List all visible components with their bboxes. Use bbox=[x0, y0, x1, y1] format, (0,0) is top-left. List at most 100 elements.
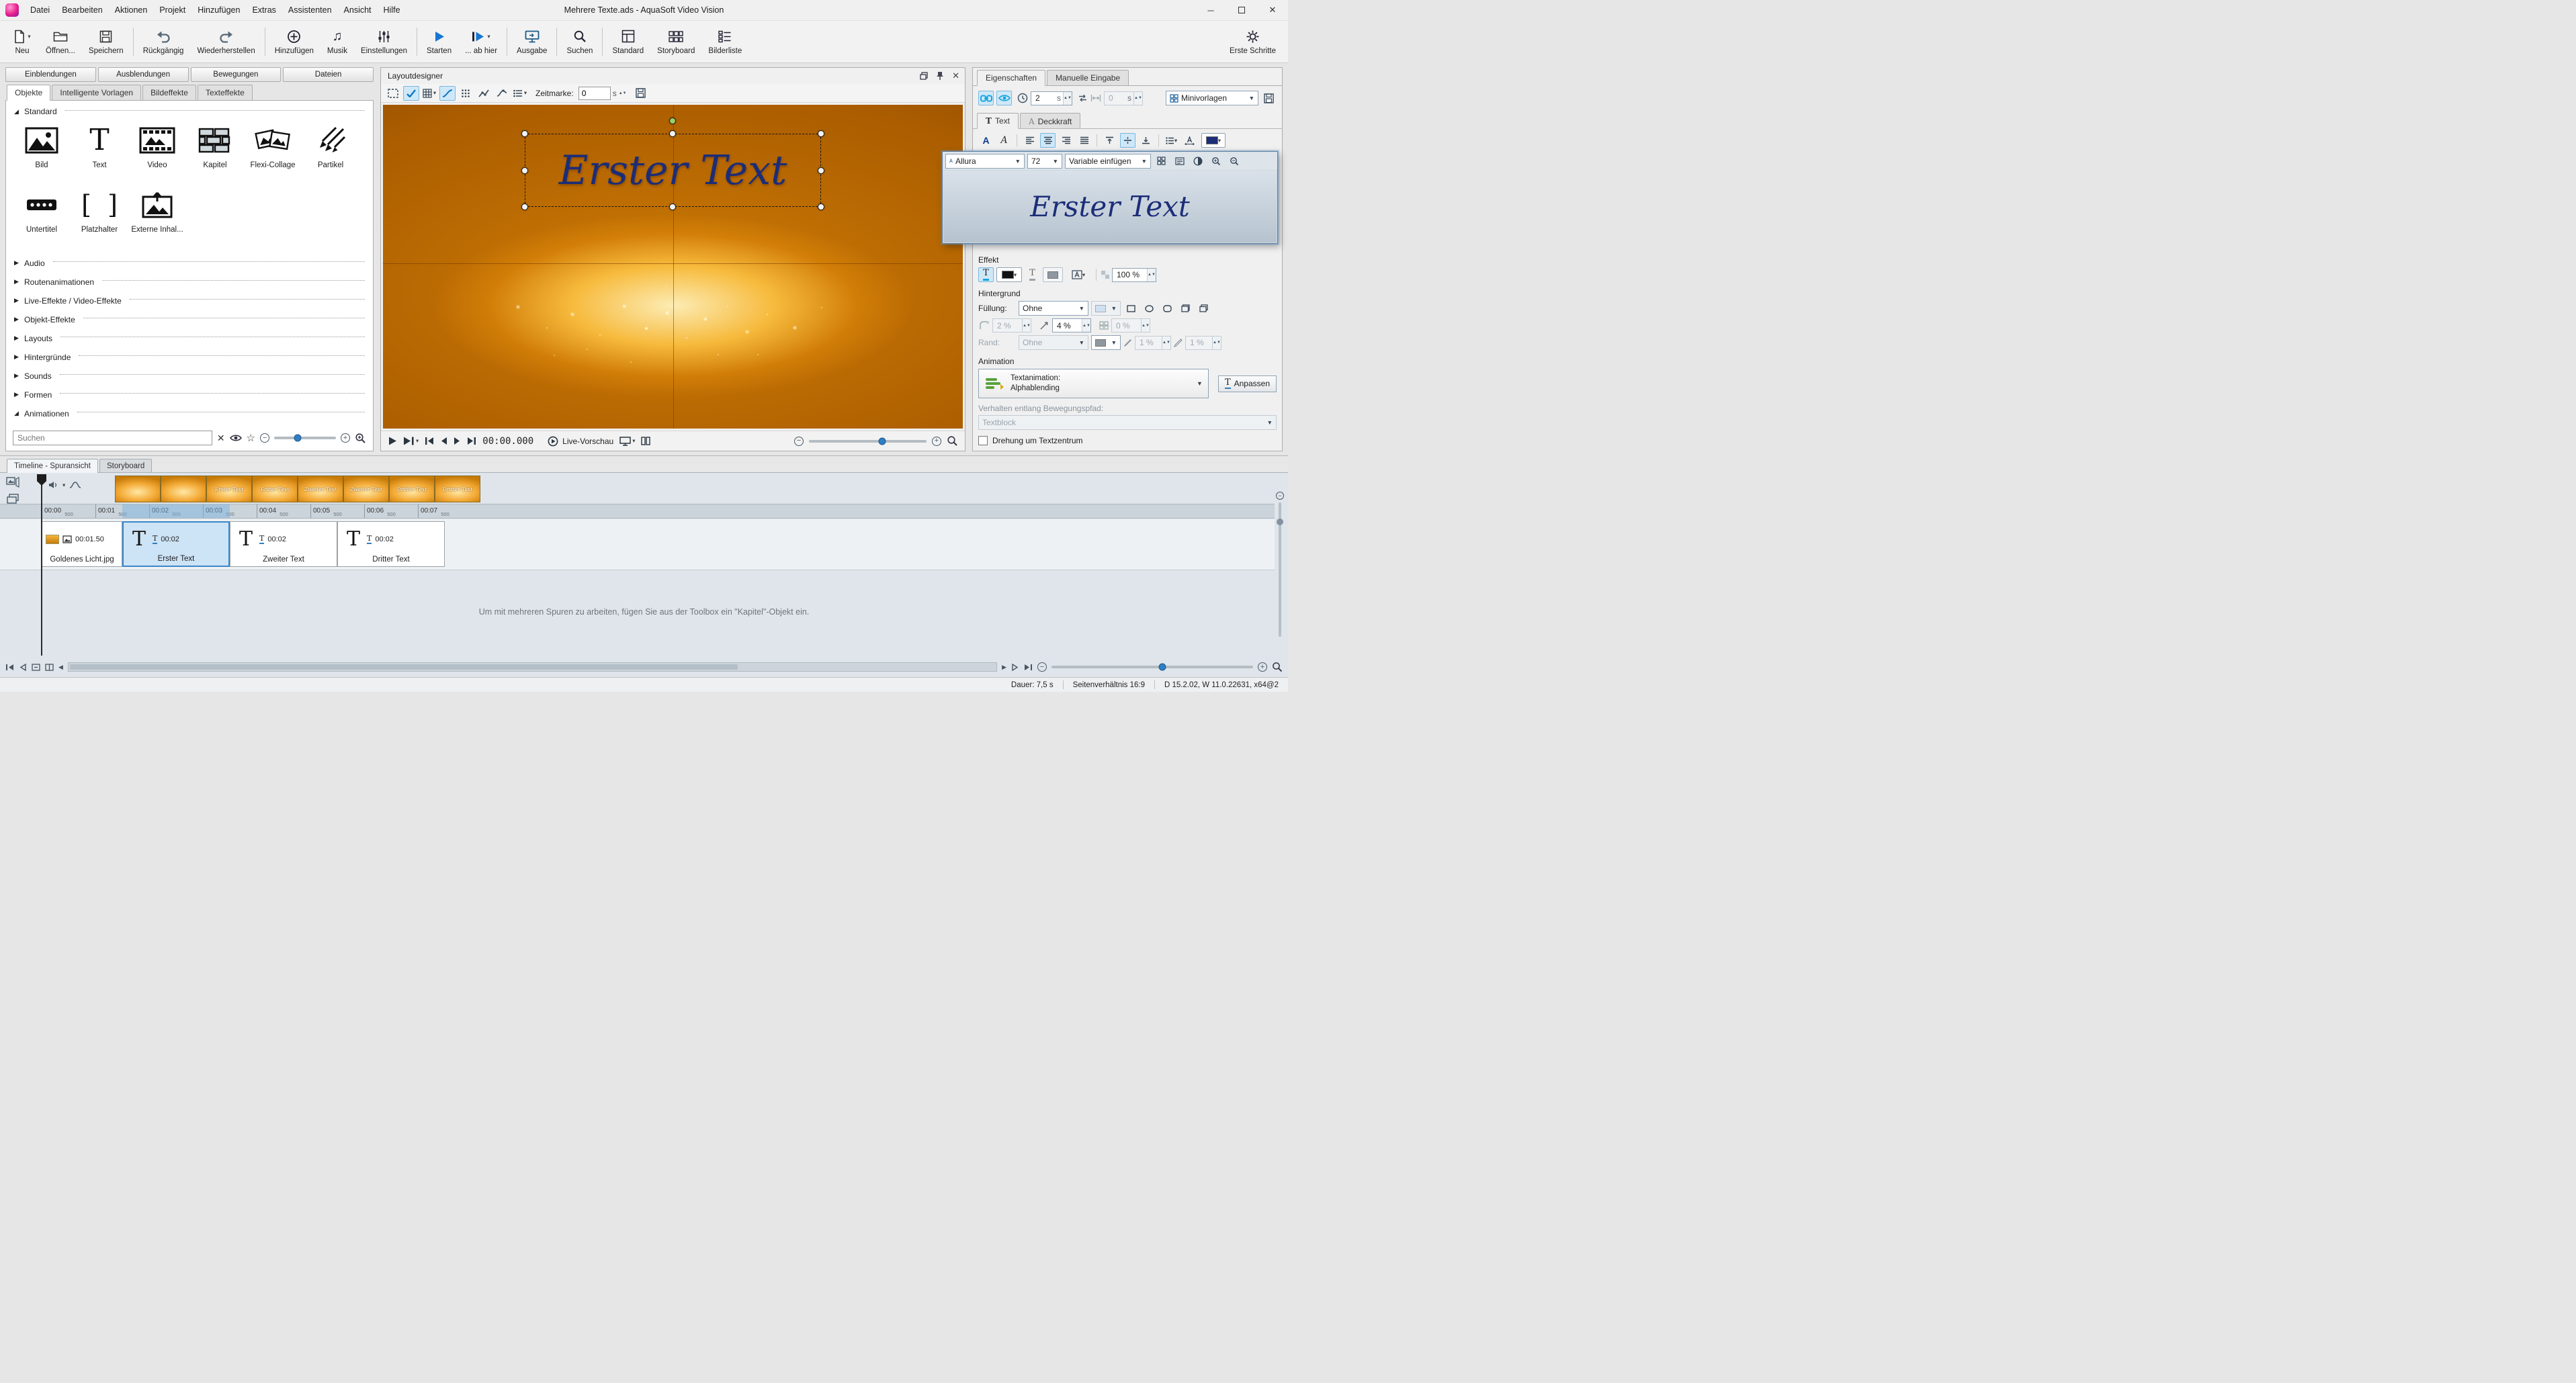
section-objekt-effekte[interactable]: ▶Objekt-Effekte bbox=[13, 312, 366, 326]
font-size-dropdown[interactable]: 72 ▼ bbox=[1027, 154, 1062, 169]
toolbox-item-untertitel[interactable]: Untertitel bbox=[13, 184, 71, 249]
section-sounds[interactable]: ▶Sounds bbox=[13, 369, 366, 383]
toolbox-item-partikel[interactable]: Partikel bbox=[302, 120, 359, 184]
font-family-dropdown[interactable]: ᴀ Allura ▼ bbox=[945, 154, 1025, 169]
preview-visibility-toggle[interactable] bbox=[996, 91, 1012, 105]
canvas-text-object[interactable]: Erster Text bbox=[559, 147, 787, 194]
tab-text[interactable]: T Text bbox=[977, 113, 1019, 129]
toolbar-undo-button[interactable]: Rückgängig bbox=[136, 23, 191, 60]
toolbar-add-button[interactable]: Hinzufügen bbox=[268, 23, 320, 60]
clip-dritter-text[interactable]: T T 00:02 Dritter Text bbox=[337, 521, 445, 567]
zoom-in-icon[interactable]: + bbox=[932, 437, 941, 446]
text-animation-dropdown[interactable]: Textanimation:Alphablending ▼ bbox=[978, 369, 1209, 398]
text-edit-area[interactable]: Erster Text bbox=[943, 171, 1277, 242]
tab-einblendungen[interactable]: Einblendungen bbox=[5, 67, 96, 82]
transform-tool-button[interactable] bbox=[385, 86, 401, 101]
section-routenanimationen[interactable]: ▶Routenanimationen bbox=[13, 275, 366, 289]
float-panel-icon[interactable] bbox=[920, 72, 928, 80]
speaker-icon[interactable] bbox=[48, 481, 58, 489]
zoom-out-icon[interactable]: − bbox=[794, 437, 804, 446]
border-soft-spinner[interactable]: 1 %▲▼ bbox=[1185, 336, 1221, 350]
section-animationen[interactable]: ◢Animationen bbox=[13, 406, 366, 420]
shape-rect-button[interactable] bbox=[1123, 301, 1139, 316]
canvas-zoom-slider[interactable] bbox=[809, 440, 927, 443]
skip-to-end-button[interactable] bbox=[467, 437, 476, 445]
menu-projekt[interactable]: Projekt bbox=[153, 0, 191, 20]
swap-arrows-icon[interactable] bbox=[1078, 94, 1088, 102]
rotation-handle[interactable] bbox=[669, 118, 676, 124]
bold-button[interactable]: A bbox=[978, 133, 994, 148]
contrast-icon[interactable] bbox=[1190, 154, 1205, 169]
paragraph-layout-button[interactable] bbox=[1172, 154, 1187, 169]
text-selection-box[interactable]: Erster Text bbox=[525, 134, 820, 206]
toolbox-item-video[interactable]: Video bbox=[128, 120, 186, 184]
smooth-curve-button[interactable] bbox=[494, 86, 510, 101]
slider-knob[interactable] bbox=[878, 437, 886, 445]
maximize-button[interactable] bbox=[1226, 0, 1257, 20]
frame-preview-button[interactable] bbox=[641, 437, 650, 445]
spinner-arrows-icon[interactable]: ▲▼ bbox=[1063, 92, 1072, 105]
toolbox-item-bild[interactable]: Bild bbox=[13, 120, 71, 184]
section-standard[interactable]: ◢ Standard bbox=[13, 103, 366, 120]
editable-text[interactable]: Erster Text bbox=[1030, 190, 1190, 223]
section-layouts[interactable]: ▶Layouts bbox=[13, 331, 366, 345]
toolbar-image-list-button[interactable]: Bilderliste bbox=[701, 23, 748, 60]
border-width-spinner[interactable]: 1 %▲▼ bbox=[1135, 336, 1171, 350]
resize-handle-ne[interactable] bbox=[818, 130, 824, 137]
toolbar-layout-standard-button[interactable]: Standard bbox=[605, 23, 650, 60]
spinner-arrows-icon[interactable]: ▲▼ bbox=[1212, 337, 1221, 349]
tab-ausblendungen[interactable]: Ausblendungen bbox=[98, 67, 189, 82]
save-timemark-button[interactable] bbox=[633, 86, 649, 101]
save-template-button[interactable] bbox=[1261, 91, 1277, 105]
align-right-button[interactable] bbox=[1058, 133, 1074, 148]
snap-toggle-button[interactable] bbox=[403, 86, 419, 101]
favorites-star-icon[interactable]: ☆ bbox=[247, 432, 255, 444]
resize-handle-nw[interactable] bbox=[521, 130, 528, 137]
prev-object-icon[interactable] bbox=[19, 664, 27, 671]
tab-dateien[interactable]: Dateien bbox=[283, 67, 374, 82]
object-list-button[interactable]: ▾ bbox=[512, 86, 528, 101]
border-color-dropdown[interactable]: ▼ bbox=[1091, 335, 1121, 350]
blur-spinner[interactable]: 0 %▲▼ bbox=[1111, 318, 1150, 332]
shape-copy-button[interactable] bbox=[1196, 301, 1211, 316]
resize-handle-n[interactable] bbox=[669, 130, 676, 137]
spinner-arrows-icon[interactable]: ▲▼ bbox=[1141, 319, 1150, 332]
clip-erster-text[interactable]: T T 00:02 Erster Text bbox=[122, 521, 230, 567]
toolbar-storyboard-button[interactable]: Storyboard bbox=[650, 23, 701, 60]
toolbox-item-text[interactable]: T Text bbox=[71, 120, 128, 184]
track-media-icon[interactable] bbox=[6, 477, 19, 488]
play-from-marker-button[interactable]: ▾ bbox=[403, 436, 419, 446]
toolbar-settings-button[interactable]: Einstellungen bbox=[354, 23, 414, 60]
step-back-button[interactable] bbox=[440, 437, 447, 445]
toolbar-redo-button[interactable]: Wiederherstellen bbox=[190, 23, 261, 60]
menu-hilfe[interactable]: Hilfe bbox=[378, 0, 406, 20]
text-style-dropdown[interactable]: ▾ bbox=[1066, 267, 1091, 282]
play-button[interactable] bbox=[388, 436, 397, 446]
layers-icon[interactable] bbox=[7, 494, 19, 504]
textblock-dropdown[interactable]: Textblock▼ bbox=[978, 415, 1277, 430]
minimize-button[interactable]: ─ bbox=[1195, 0, 1226, 20]
resize-handle-s[interactable] bbox=[669, 204, 676, 210]
link-duration-toggle[interactable] bbox=[978, 91, 994, 105]
tab-texteffekte[interactable]: Texteffekte bbox=[198, 85, 253, 100]
clip-goldenes-licht[interactable]: 00:01.50 Goldenes Licht.jpg bbox=[42, 521, 122, 567]
align-center-button[interactable] bbox=[1040, 133, 1056, 148]
curve-mode-button[interactable] bbox=[439, 86, 456, 101]
valign-middle-button[interactable] bbox=[1120, 133, 1135, 148]
toolbar-play-from-here-button[interactable]: ▾ ... ab hier bbox=[458, 23, 504, 60]
toolbox-item-kapitel[interactable]: Kapitel bbox=[186, 120, 244, 184]
keyframe-curve-button[interactable] bbox=[476, 86, 492, 101]
spinner-arrows-icon[interactable]: ▲▼ bbox=[1022, 319, 1031, 332]
next-object-icon[interactable] bbox=[1011, 664, 1019, 671]
border-type-dropdown[interactable]: Ohne▼ bbox=[1019, 335, 1088, 350]
opacity-spinner[interactable]: 100 % ▲▼ bbox=[1112, 268, 1156, 282]
scroll-left-arrow[interactable]: ◀ bbox=[58, 664, 63, 671]
duration-spinner[interactable]: 2 s ▲▼ bbox=[1031, 91, 1072, 105]
magnifier-icon[interactable] bbox=[1272, 662, 1283, 672]
valign-bottom-button[interactable] bbox=[1138, 133, 1154, 148]
clear-search-icon[interactable]: ✕ bbox=[217, 433, 225, 444]
tab-storyboard[interactable]: Storyboard bbox=[99, 459, 152, 472]
eye-icon[interactable] bbox=[230, 434, 242, 442]
spinner-arrows-icon[interactable]: ▲▼ bbox=[1147, 269, 1156, 281]
clip-zweiter-text[interactable]: T T 00:02 Zweiter Text bbox=[230, 521, 337, 567]
